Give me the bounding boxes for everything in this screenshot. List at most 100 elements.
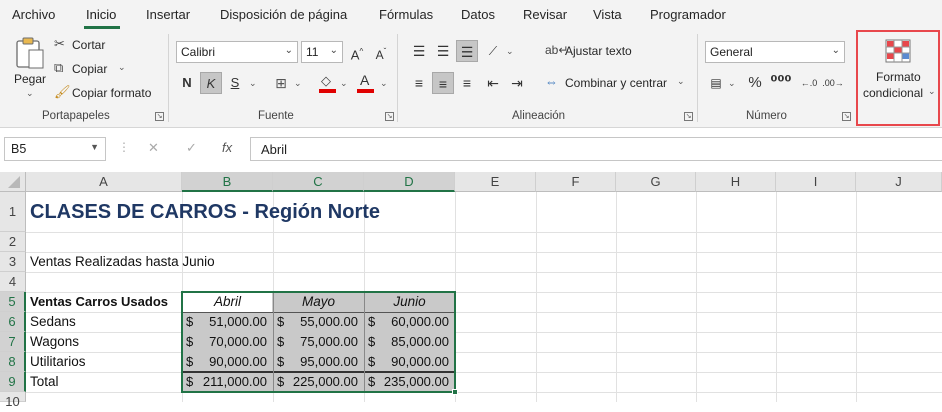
font-size-select[interactable]: 11 ⌄: [301, 41, 343, 63]
comma-style-icon[interactable]: ⁰⁰⁰: [770, 72, 792, 94]
column-header-j[interactable]: J: [856, 172, 942, 192]
bold-button[interactable]: N: [176, 72, 198, 94]
chevron-down-icon[interactable]: ⌄: [677, 76, 685, 87]
column-header-a[interactable]: A: [26, 172, 182, 192]
increase-decimal-icon[interactable]: ←.0: [798, 72, 820, 94]
table-cell[interactable]: $225,000.00: [273, 372, 364, 392]
column-header-f[interactable]: F: [536, 172, 616, 192]
chevron-down-icon[interactable]: ⌄: [249, 78, 257, 89]
conditional-formatting-icon: [885, 39, 911, 63]
orientation-icon[interactable]: ⟋: [482, 40, 504, 62]
enter-icon[interactable]: ✓: [186, 140, 197, 156]
table-cell[interactable]: $90,000.00: [182, 352, 273, 372]
paste-button[interactable]: Pegar ⌄: [12, 36, 48, 99]
percent-icon[interactable]: %: [744, 72, 766, 94]
align-top-icon[interactable]: ☰: [408, 40, 430, 62]
row-header-1[interactable]: 1: [0, 192, 26, 232]
dialog-launcher-icon[interactable]: ↘: [385, 112, 394, 121]
table-cell[interactable]: $235,000.00: [364, 372, 455, 392]
table-cell[interactable]: $95,000.00: [273, 352, 364, 372]
row-header-3[interactable]: 3: [0, 252, 26, 272]
chevron-down-icon[interactable]: ⌄: [294, 78, 302, 89]
name-box[interactable]: B5 ▼: [4, 137, 106, 161]
table-cell[interactable]: $60,000.00: [364, 312, 455, 332]
table-cell[interactable]: $70,000.00: [182, 332, 273, 352]
row-header-6[interactable]: 6: [0, 312, 26, 332]
table-cell[interactable]: $55,000.00: [273, 312, 364, 332]
row-header-8[interactable]: 8: [0, 352, 26, 372]
borders-icon[interactable]: ⊞: [270, 72, 292, 94]
tab-archivo[interactable]: Archivo: [12, 7, 55, 22]
column-header-h[interactable]: H: [696, 172, 776, 192]
font-name-select[interactable]: Calibri ⌄: [176, 41, 298, 63]
cell-value: 90,000.00: [209, 354, 267, 369]
select-all-corner[interactable]: [0, 172, 26, 192]
number-format-select[interactable]: General ⌄: [705, 41, 845, 63]
decrease-font-icon[interactable]: Aˇ: [370, 41, 392, 63]
column-header-e[interactable]: E: [455, 172, 536, 192]
decrease-decimal-icon[interactable]: .00→: [822, 72, 844, 94]
row-header-9[interactable]: 9: [0, 372, 26, 392]
table-cell[interactable]: $211,000.00: [182, 372, 273, 392]
chevron-down-icon[interactable]: ⌄: [506, 46, 514, 57]
copy-button[interactable]: ⧉ Copiar ⌄: [54, 60, 134, 78]
chevron-down-icon[interactable]: ⌄: [340, 78, 348, 89]
tab-insertar[interactable]: Insertar: [146, 7, 190, 22]
chevron-down-icon[interactable]: ⌄: [728, 78, 736, 89]
row-header-7[interactable]: 7: [0, 332, 26, 352]
align-left-icon[interactable]: ≡: [408, 72, 430, 94]
table-cell[interactable]: $90,000.00: [364, 352, 455, 372]
formula-input[interactable]: Abril: [250, 137, 942, 161]
cut-button[interactable]: ✂ Cortar: [54, 36, 114, 54]
tab-disposicion[interactable]: Disposición de página: [220, 7, 347, 22]
increase-font-icon[interactable]: A^: [346, 41, 368, 63]
tab-vista[interactable]: Vista: [593, 7, 622, 22]
fill-color-button[interactable]: ◇: [317, 72, 339, 94]
italic-button[interactable]: K: [200, 72, 222, 94]
dialog-launcher-icon[interactable]: ↘: [155, 112, 164, 121]
align-right-icon[interactable]: ≡: [456, 72, 478, 94]
column-header-i[interactable]: I: [776, 172, 856, 192]
chevron-down-icon[interactable]: ⌄: [118, 62, 126, 73]
merge-label: Combinar y centrar: [565, 76, 668, 90]
tab-programador[interactable]: Programador: [650, 7, 726, 22]
align-middle-icon[interactable]: ☰: [432, 40, 454, 62]
dialog-launcher-icon[interactable]: ↘: [842, 112, 851, 121]
tab-formulas[interactable]: Fórmulas: [379, 7, 433, 22]
tab-datos[interactable]: Datos: [461, 7, 495, 22]
font-color-button[interactable]: A: [355, 72, 377, 94]
column-header-b[interactable]: B: [182, 172, 273, 192]
table-cell[interactable]: $75,000.00: [273, 332, 364, 352]
dialog-launcher-icon[interactable]: ↘: [684, 112, 693, 121]
gridline: [26, 232, 942, 233]
align-bottom-icon[interactable]: ☰: [456, 40, 478, 62]
wrap-text-button[interactable]: ab↵ Ajustar texto: [545, 42, 645, 62]
underline-button[interactable]: S: [224, 72, 246, 94]
tab-inicio[interactable]: Inicio: [86, 7, 116, 22]
table-cell[interactable]: $85,000.00: [364, 332, 455, 352]
cell-value: 70,000.00: [209, 334, 267, 349]
align-center-icon[interactable]: ≡: [432, 72, 454, 94]
row-header-4[interactable]: 4: [0, 272, 26, 292]
row-header-5[interactable]: 5: [0, 292, 26, 312]
chevron-down-icon[interactable]: ▼: [90, 142, 99, 152]
table-cell[interactable]: $51,000.00: [182, 312, 273, 332]
conditional-format-button[interactable]: Formato condicional ⌄: [860, 34, 936, 122]
column-header-d[interactable]: D: [364, 172, 455, 192]
chevron-down-icon[interactable]: ⌄: [26, 88, 34, 99]
row-label: Utilitarios: [30, 354, 86, 369]
row-header-2[interactable]: 2: [0, 232, 26, 252]
insert-function-icon[interactable]: fx: [222, 140, 232, 155]
column-header-g[interactable]: G: [616, 172, 696, 192]
accounting-format-icon[interactable]: ▤: [705, 72, 727, 94]
fill-color-swatch: [319, 89, 336, 93]
increase-indent-icon[interactable]: ⇥: [506, 72, 528, 94]
cancel-icon[interactable]: ✕: [148, 140, 159, 156]
decrease-indent-icon[interactable]: ⇤: [482, 72, 504, 94]
tab-revisar[interactable]: Revisar: [523, 7, 567, 22]
column-header-c[interactable]: C: [273, 172, 364, 192]
format-painter-button[interactable]: 🖌 Copiar formato: [54, 84, 158, 102]
chevron-down-icon[interactable]: ⌄: [380, 78, 388, 89]
row-header-10[interactable]: 10: [0, 392, 26, 409]
merge-center-button[interactable]: ⇔ Combinar y centrar ⌄: [545, 74, 690, 94]
